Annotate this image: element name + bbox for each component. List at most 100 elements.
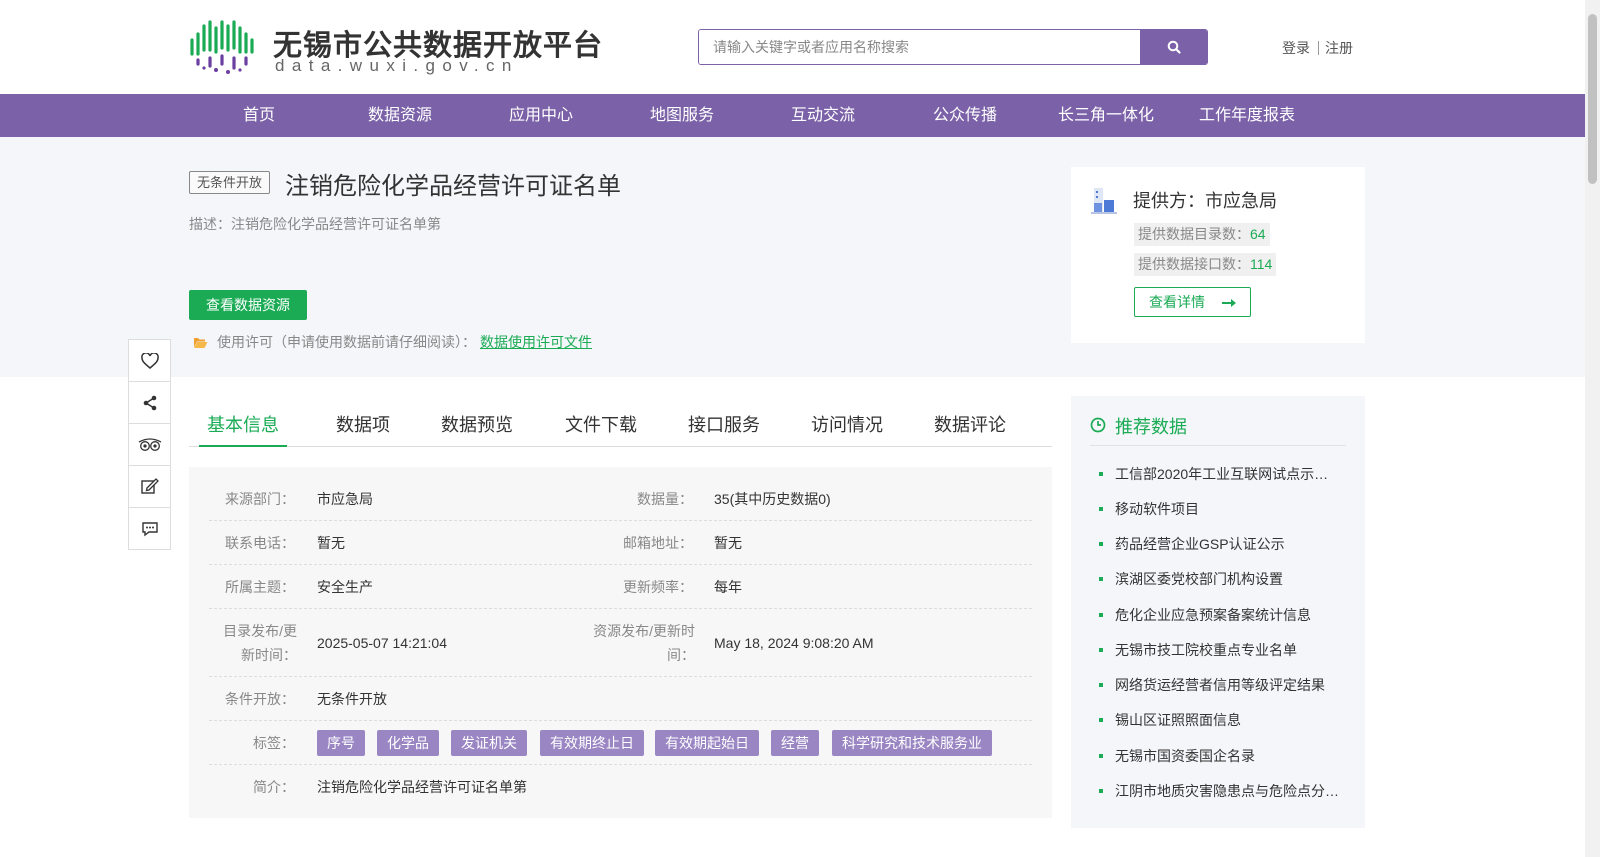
tags-label: 标签： bbox=[253, 735, 295, 751]
frequency-label: 更新频率： bbox=[623, 579, 693, 595]
recommend-panel: 推荐数据 工信部2020年工业互联网试点示范项目名单 移动软件项目 药品经营企业… bbox=[1071, 396, 1365, 828]
nav-item-interaction[interactable]: 互动交流 bbox=[783, 94, 863, 137]
source-value: 市应急局 bbox=[317, 491, 373, 507]
view-icon bbox=[138, 437, 161, 451]
tag-chip[interactable]: 发证机关 bbox=[451, 730, 527, 756]
topic-value: 安全生产 bbox=[317, 579, 373, 595]
favorite-button[interactable] bbox=[129, 340, 170, 382]
view-button[interactable] bbox=[129, 424, 170, 466]
license-text: 使用许可（申请使用数据前请仔细阅读）： bbox=[217, 334, 476, 350]
share-button[interactable] bbox=[129, 382, 170, 424]
info-row: 简介： 注销危险化学品经营许可证名单第 bbox=[209, 765, 1032, 809]
edit-icon bbox=[140, 478, 159, 494]
dataset-title: 注销危险化学品经营许可证名单 bbox=[285, 173, 621, 200]
source-label: 来源部门： bbox=[225, 491, 295, 507]
tag-chip[interactable]: 有效期起始日 bbox=[655, 730, 759, 756]
email-value: 暂无 bbox=[714, 535, 742, 551]
info-row: 联系电话： 暂无 邮箱地址： 暂无 bbox=[209, 521, 1032, 565]
recommend-item[interactable]: 江阴市地质灾害隐患点与危险点分布信息 bbox=[1115, 781, 1340, 801]
tab-api-service[interactable]: 接口服务 bbox=[684, 407, 764, 447]
page-scrollbar[interactable] bbox=[1585, 0, 1600, 857]
detail-button-label: 查看详情 bbox=[1149, 294, 1205, 310]
recommend-item[interactable]: 药品经营企业GSP认证公示 bbox=[1115, 534, 1340, 554]
dataset-description: 描述：注销危险化学品经营许可证名单第 bbox=[189, 216, 441, 232]
bullet-icon bbox=[1099, 683, 1103, 687]
arrow-right-icon bbox=[1221, 299, 1236, 307]
summary-label: 简介： bbox=[253, 779, 295, 795]
bullet-icon bbox=[1099, 789, 1103, 793]
summary-value: 注销危险化学品经营许可证名单第 bbox=[317, 779, 527, 795]
api-count-label: 提供数据接口数： bbox=[1138, 256, 1250, 272]
nav-item-annual-report[interactable]: 工作年度报表 bbox=[1196, 94, 1298, 137]
recommend-item[interactable]: 无锡市国资委国企名录 bbox=[1115, 746, 1340, 766]
heart-icon bbox=[140, 352, 159, 369]
tab-data-items[interactable]: 数据项 bbox=[328, 407, 398, 447]
scrollbar-thumb[interactable] bbox=[1588, 14, 1597, 184]
register-link[interactable]: 注册 bbox=[1325, 40, 1353, 56]
tab-data-preview[interactable]: 数据预览 bbox=[437, 407, 517, 447]
info-row: 来源部门： 市应急局 数据量： 35(其中历史数据0) bbox=[209, 477, 1032, 521]
amount-value: 35(其中历史数据0) bbox=[714, 491, 831, 507]
view-data-resource-button[interactable]: 查看数据资源 bbox=[189, 290, 307, 320]
logo-bars-icon bbox=[190, 20, 254, 74]
logo-subtitle: data.wuxi.gov.cn bbox=[275, 56, 519, 75]
recommend-item[interactable]: 锡山区证照照面信息 bbox=[1115, 710, 1340, 730]
resource-time-label: 资源发布/更新时间： bbox=[593, 623, 695, 663]
login-link[interactable]: 登录 bbox=[1282, 40, 1310, 56]
info-row: 所属主题： 安全生产 更新频率： 每年 bbox=[209, 565, 1032, 609]
provider-detail-button[interactable]: 查看详情 bbox=[1134, 287, 1251, 317]
recommend-divider bbox=[1090, 445, 1346, 446]
catalog-count-label: 提供数据目录数： bbox=[1138, 226, 1250, 242]
comment-icon bbox=[141, 522, 158, 537]
nav-item-yangtze[interactable]: 长三角一体化 bbox=[1056, 94, 1156, 137]
recommend-item[interactable]: 危化企业应急预案备案统计信息 bbox=[1115, 605, 1340, 625]
comment-button[interactable] bbox=[129, 508, 170, 550]
tag-chip[interactable]: 序号 bbox=[317, 730, 365, 756]
recommend-item[interactable]: 滨湖区委党校部门机构设置 bbox=[1115, 569, 1340, 589]
tag-chip[interactable]: 化学品 bbox=[377, 730, 439, 756]
recommend-item[interactable]: 移动软件项目 bbox=[1115, 499, 1340, 519]
frequency-value: 每年 bbox=[714, 579, 742, 595]
search-box bbox=[698, 29, 1208, 65]
building-icon bbox=[1091, 188, 1117, 214]
bullet-icon bbox=[1099, 613, 1103, 617]
tag-chip[interactable]: 科学研究和技术服务业 bbox=[832, 730, 992, 756]
logo[interactable]: 无锡市公共数据开放平台 data.wuxi.gov.cn bbox=[189, 18, 602, 78]
catalog-time-value: 2025-05-07 14:21:04 bbox=[317, 635, 447, 651]
nav-item-public[interactable]: 公众传播 bbox=[925, 94, 1005, 137]
tag-chip[interactable]: 经营 bbox=[771, 730, 819, 756]
search-input[interactable] bbox=[699, 30, 1142, 64]
nav-item-home[interactable]: 首页 bbox=[226, 94, 292, 137]
nav-item-data-resources[interactable]: 数据资源 bbox=[360, 94, 440, 137]
recommend-item[interactable]: 无锡市技工院校重点专业名单 bbox=[1115, 640, 1340, 660]
tag-chip[interactable]: 有效期终止日 bbox=[540, 730, 644, 756]
tab-basic-info[interactable]: 基本信息 bbox=[199, 407, 287, 447]
provider-card: 提供方：市应急局 提供数据目录数：64 提供数据接口数：114 查看详情 bbox=[1071, 167, 1365, 343]
nav-item-map-service[interactable]: 地图服务 bbox=[642, 94, 722, 137]
open-status-badge: 无条件开放 bbox=[189, 171, 271, 194]
share-icon bbox=[143, 395, 156, 410]
main-nav: 首页 数据资源 应用中心 地图服务 互动交流 公众传播 长三角一体化 工作年度报… bbox=[0, 94, 1585, 137]
info-row: 目录发布/更新时间： 2025-05-07 14:21:04 资源发布/更新时间… bbox=[209, 609, 1032, 677]
nav-item-app-center[interactable]: 应用中心 bbox=[501, 94, 581, 137]
recommend-item[interactable]: 工信部2020年工业互联网试点示范项目名单 bbox=[1115, 464, 1340, 484]
bullet-icon bbox=[1099, 754, 1103, 758]
resource-time-value: May 18, 2024 9:08:20 AM bbox=[714, 635, 874, 651]
recommend-title: 推荐数据 bbox=[1115, 417, 1187, 437]
tab-file-download[interactable]: 文件下载 bbox=[561, 407, 641, 447]
bullet-icon bbox=[1099, 507, 1103, 511]
edit-button[interactable] bbox=[129, 466, 170, 508]
search-icon bbox=[1167, 40, 1181, 54]
license-line: 使用许可（申请使用数据前请仔细阅读）： 数据使用许可文件 bbox=[193, 332, 592, 352]
recommend-item[interactable]: 网络货运经营者信用等级评定结果 bbox=[1115, 675, 1340, 695]
tab-access-stats[interactable]: 访问情况 bbox=[807, 407, 887, 447]
provider-catalog-count: 提供数据目录数：64 bbox=[1134, 223, 1270, 246]
info-row-tags: 标签： 序号 化学品 发证机关 有效期终止日 有效期起始日 经营 科学研究和技术… bbox=[209, 721, 1032, 765]
bullet-icon bbox=[1099, 472, 1103, 476]
tab-data-comments[interactable]: 数据评论 bbox=[930, 407, 1010, 447]
side-toolbar bbox=[128, 339, 171, 550]
provider-title: 提供方：市应急局 bbox=[1133, 191, 1277, 211]
catalog-time-label: 目录发布/更新时间： bbox=[223, 623, 297, 663]
search-button[interactable] bbox=[1140, 30, 1207, 64]
license-link[interactable]: 数据使用许可文件 bbox=[480, 332, 592, 352]
